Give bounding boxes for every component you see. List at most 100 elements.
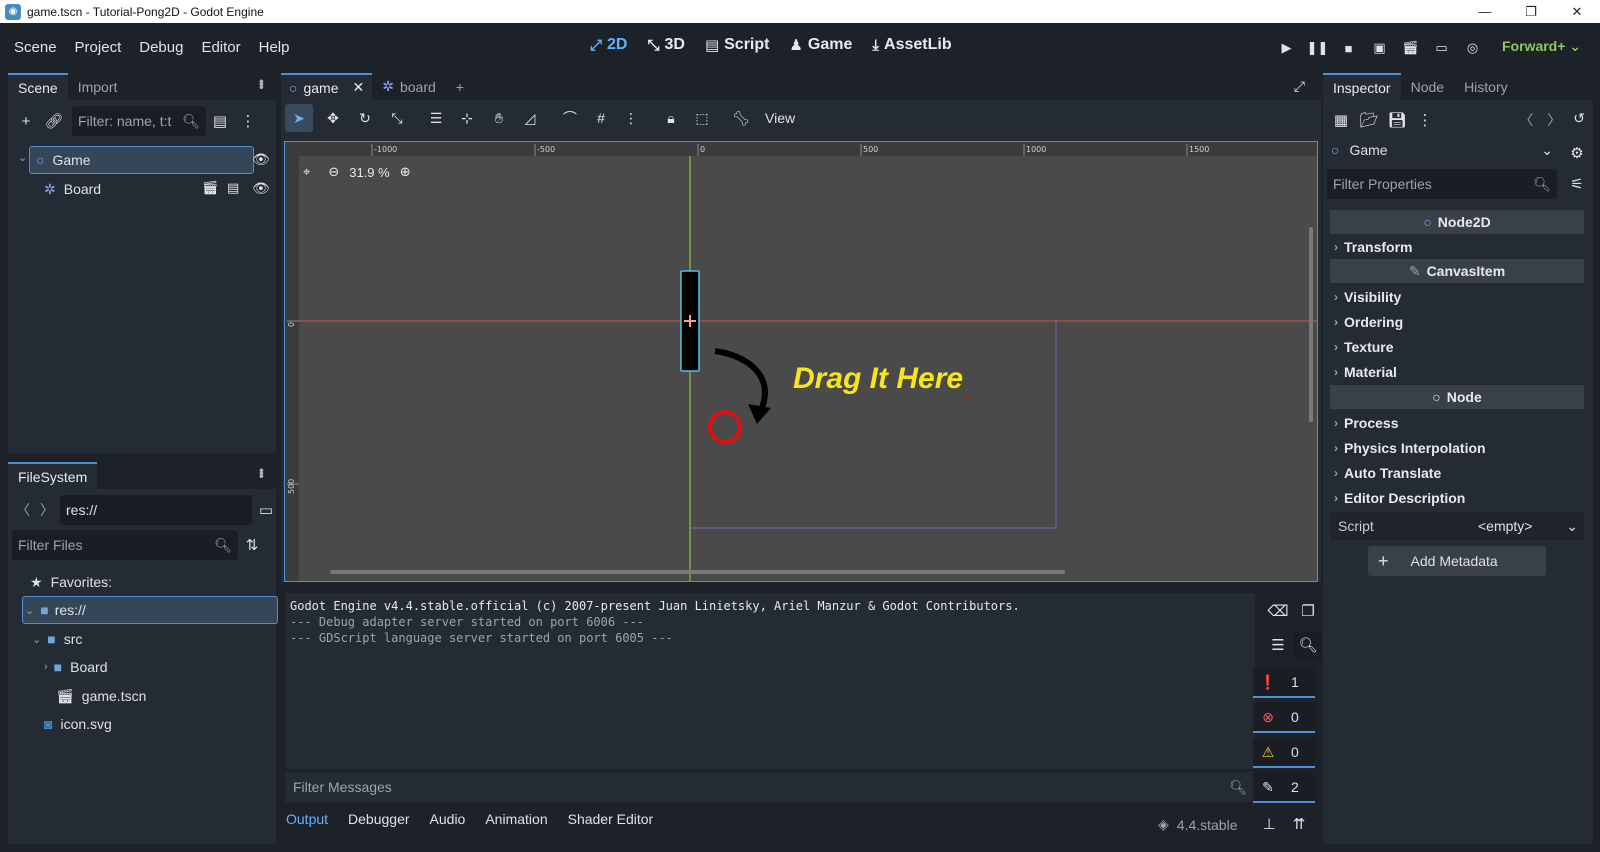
- tab-inspector[interactable]: Inspector: [1323, 73, 1401, 100]
- tab-animation[interactable]: Animation: [485, 811, 547, 827]
- rotate-tool-icon[interactable]: ↻: [351, 104, 379, 132]
- tab-debugger[interactable]: Debugger: [348, 811, 410, 827]
- distraction-free-icon[interactable]: ⤢: [1294, 78, 1305, 95]
- group-transform[interactable]: › Transform: [1330, 234, 1584, 259]
- tab-scene[interactable]: Scene: [8, 73, 68, 100]
- warnings-toggle[interactable]: ⚠ 0: [1253, 738, 1315, 768]
- messages-toggle[interactable]: ❗ 1: [1253, 668, 1315, 698]
- stop-icon[interactable]: ■: [1333, 36, 1364, 60]
- menu-debug[interactable]: Debug: [139, 39, 183, 56]
- save-icon[interactable]: 💾︎: [1383, 106, 1411, 134]
- dock-menu-icon[interactable]: •••: [254, 468, 270, 477]
- pause-icon[interactable]: ❚❚: [1302, 36, 1333, 60]
- tab-shader-editor[interactable]: Shader Editor: [568, 811, 654, 827]
- tree-item-game[interactable]: ○ Game: [29, 146, 254, 174]
- add-metadata-button[interactable]: + Add Metadata: [1368, 546, 1546, 576]
- split-view-icon[interactable]: ▭: [252, 496, 280, 524]
- workspace-3d-button[interactable]: ⤡ 3D: [647, 36, 684, 54]
- center-view-icon[interactable]: ⌖: [303, 164, 310, 180]
- fs-item-game-tscn[interactable]: 🎬︎ game.tscn: [56, 682, 146, 710]
- property-options-icon[interactable]: ⚟: [1563, 170, 1591, 198]
- scale-tool-icon[interactable]: ⤡: [383, 104, 411, 132]
- minimize-button[interactable]: —: [1462, 0, 1508, 23]
- smart-snap-icon[interactable]: ⌒: [556, 104, 584, 132]
- group-ordering[interactable]: › Ordering: [1330, 309, 1584, 334]
- ruler-tool-icon[interactable]: ◿: [516, 104, 544, 132]
- workspace-script-button[interactable]: ▤ Script: [705, 36, 770, 54]
- play-scene-icon[interactable]: 🎬︎: [1395, 36, 1426, 60]
- tab-filesystem[interactable]: FileSystem: [8, 462, 98, 489]
- remote-debug-icon[interactable]: ▣: [1364, 36, 1395, 60]
- inspector-menu-icon[interactable]: ⋮: [1411, 106, 1439, 134]
- expand-panel-icon[interactable]: ⇈: [1285, 810, 1313, 838]
- sort-icon[interactable]: ⇅: [238, 531, 266, 559]
- menu-help[interactable]: Help: [259, 39, 290, 56]
- editor-messages-toggle[interactable]: ✎ 2: [1253, 773, 1315, 803]
- select-tool-icon[interactable]: ➤: [285, 104, 313, 132]
- file-filter-input[interactable]: Filter Files 🔍︎: [12, 530, 238, 560]
- grid-snap-icon[interactable]: #: [587, 104, 615, 132]
- snap-options-icon[interactable]: ⋮: [617, 104, 645, 132]
- open-scene-icon[interactable]: 🎬︎: [202, 180, 219, 196]
- visibility-eye-icon[interactable]: 👁︎: [252, 151, 270, 168]
- scene-filter-input[interactable]: Filter: name, t:t 🔍︎: [72, 106, 206, 136]
- clear-output-icon[interactable]: ⌫: [1264, 597, 1292, 625]
- zoom-in-icon[interactable]: ⊕: [400, 164, 411, 180]
- group-visibility[interactable]: › Visibility: [1330, 284, 1584, 309]
- filter-messages-input[interactable]: Filter Messages 🔍︎: [285, 772, 1255, 802]
- group-texture[interactable]: › Texture: [1330, 334, 1584, 359]
- lock-icon[interactable]: 🔒︎: [657, 104, 685, 132]
- copy-output-icon[interactable]: ❐: [1294, 597, 1322, 625]
- new-resource-icon[interactable]: ▦: [1327, 106, 1355, 134]
- zoom-level[interactable]: 31.9 %: [349, 165, 389, 180]
- attach-script-icon[interactable]: ▤: [206, 107, 234, 135]
- group-editor-description[interactable]: › Editor Description: [1330, 485, 1584, 510]
- pan-tool-icon[interactable]: ✋︎: [485, 104, 513, 132]
- collapse-icon[interactable]: ☰: [1264, 631, 1292, 659]
- tab-node[interactable]: Node: [1401, 73, 1454, 100]
- dock-menu-icon[interactable]: •••: [254, 79, 270, 88]
- scene-menu-icon[interactable]: ⋮: [234, 107, 262, 135]
- script-value[interactable]: <empty>: [1478, 518, 1566, 534]
- link-icon[interactable]: 🔗︎: [40, 107, 68, 135]
- pivot-tool-icon[interactable]: ⊹: [453, 104, 481, 132]
- zoom-out-icon[interactable]: ⊖: [328, 164, 339, 180]
- move-tool-icon[interactable]: ✥: [319, 104, 347, 132]
- group-icon[interactable]: ⬚: [688, 104, 716, 132]
- workspace-assetlib-button[interactable]: ⤓ AssetLib: [872, 36, 951, 54]
- group-physics-interpolation[interactable]: › Physics Interpolation: [1330, 435, 1584, 460]
- fs-item-src[interactable]: ⌄ ■ src: [32, 625, 82, 653]
- 2d-viewport[interactable]: -1000 -500 0 500 1000 1500 0 500 Drag It…: [284, 141, 1318, 582]
- search-output-icon[interactable]: 🔍︎: [1294, 631, 1322, 659]
- back-icon[interactable]: 〈: [16, 500, 30, 520]
- open-folder-icon[interactable]: 📂︎: [1355, 106, 1383, 134]
- list-select-icon[interactable]: ☰: [422, 104, 450, 132]
- favorites-item[interactable]: ★ Favorites:: [30, 568, 112, 596]
- play-icon[interactable]: ▶: [1271, 36, 1302, 60]
- history-icon[interactable]: ↺: [1573, 110, 1585, 130]
- tab-audio[interactable]: Audio: [430, 811, 466, 827]
- fs-item-board[interactable]: › ■ Board: [44, 653, 108, 681]
- pin-icon[interactable]: ⊥: [1255, 810, 1283, 838]
- workspace-game-button[interactable]: ♟ Game: [789, 36, 852, 54]
- group-auto-translate[interactable]: › Auto Translate: [1330, 460, 1584, 485]
- script-icon[interactable]: ▤: [227, 180, 239, 196]
- tab-import[interactable]: Import: [68, 73, 128, 100]
- menu-editor[interactable]: Editor: [201, 39, 240, 56]
- back-icon[interactable]: 〈: [1519, 110, 1533, 130]
- filter-properties-input[interactable]: Filter Properties 🔍︎: [1327, 169, 1557, 199]
- tab-output[interactable]: Output: [286, 811, 328, 827]
- path-field[interactable]: res://: [60, 495, 252, 525]
- close-tab-icon[interactable]: ✕: [353, 79, 365, 96]
- tab-history[interactable]: History: [1454, 73, 1518, 100]
- workspace-2d-button[interactable]: ⤢ 2D: [590, 36, 627, 54]
- visibility-eye-icon[interactable]: 👁︎: [252, 180, 270, 197]
- menu-project[interactable]: Project: [75, 39, 122, 56]
- chevron-down-icon[interactable]: ⌄: [18, 151, 27, 164]
- menu-scene[interactable]: Scene: [14, 39, 57, 56]
- play-custom-scene-icon[interactable]: ▭: [1426, 36, 1457, 60]
- maximize-button[interactable]: ❐: [1508, 0, 1554, 23]
- fs-item-icon-svg[interactable]: ◙ icon.svg: [44, 710, 112, 738]
- fs-item-res[interactable]: ⌄ ■ res://: [22, 596, 278, 624]
- group-material[interactable]: › Material: [1330, 359, 1584, 384]
